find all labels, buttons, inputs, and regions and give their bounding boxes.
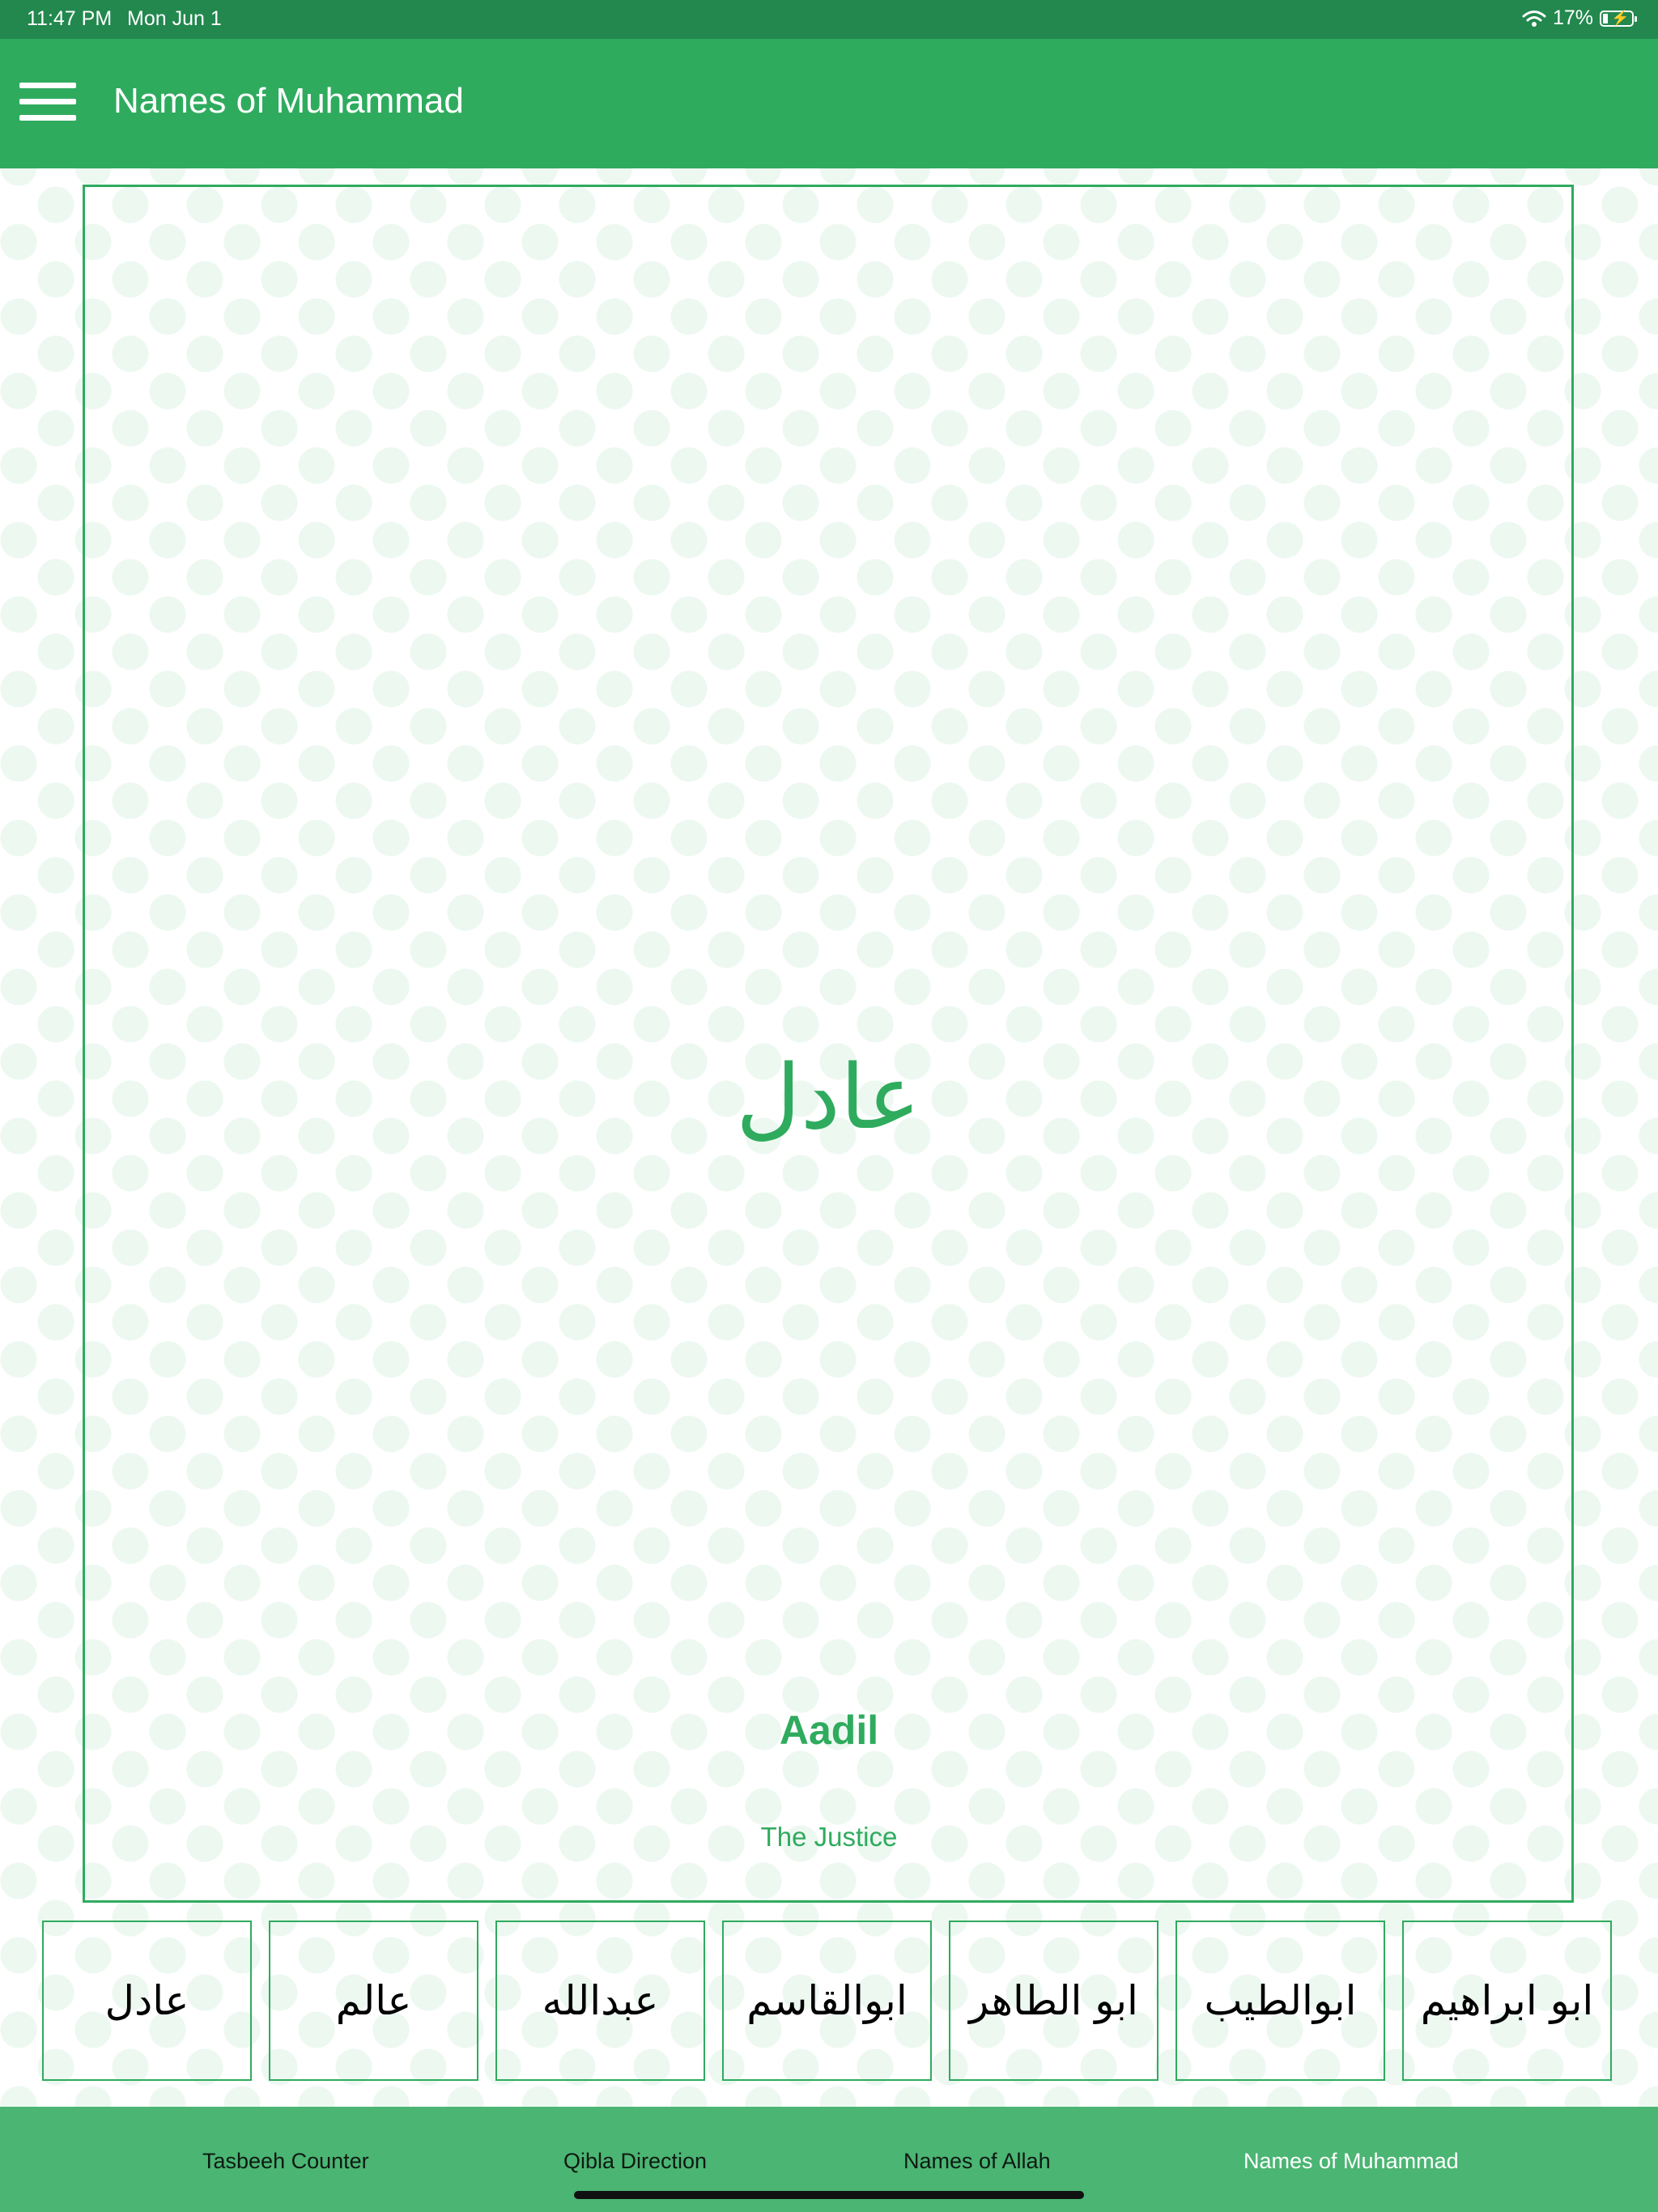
status-bar: 11:47 PM Mon Jun 1 17% ⚡ (0, 0, 1658, 39)
wifi-icon (1522, 10, 1546, 27)
menu-line (19, 99, 76, 104)
battery-level (1603, 13, 1608, 23)
tab-names-of-allah[interactable]: Names of Allah (903, 2149, 1051, 2174)
name-tile[interactable]: عالم (269, 1921, 478, 2081)
name-tile[interactable]: عبدالله (495, 1921, 705, 2081)
name-tile[interactable]: ابو ابراهیم (1402, 1921, 1612, 2081)
tab-qibla-direction[interactable]: Qibla Direction (563, 2149, 707, 2174)
bottom-tab-bar: Tasbeeh Counter Qibla Direction Names of… (0, 2107, 1658, 2212)
menu-line (19, 115, 76, 121)
arabic-name: عادل (735, 1045, 921, 1149)
meaning: The Justice (760, 1822, 898, 1852)
tab-tasbeeh-counter[interactable]: Tasbeeh Counter (202, 2149, 369, 2174)
hamburger-menu-icon[interactable] (18, 79, 79, 125)
app-bar: Names of Muhammad (0, 39, 1658, 168)
page-title: Names of Muhammad (113, 81, 464, 121)
battery-charging-icon: ⚡ (1600, 9, 1637, 27)
charging-bolt-icon: ⚡ (1611, 9, 1630, 26)
battery-percent: 17% (1552, 6, 1593, 29)
names-strip: عادل عالم عبدالله ابوالقاسم ابو الطاهر ا… (42, 1921, 1613, 2081)
status-indicators: 17% ⚡ (1522, 6, 1637, 30)
transliteration: Aadil (779, 1708, 879, 1753)
name-tile[interactable]: ابوالقاسم (722, 1921, 932, 2081)
tab-names-of-muhammad[interactable]: Names of Muhammad (1244, 2149, 1459, 2174)
home-indicator (574, 2191, 1084, 2199)
status-date: Mon Jun 1 (127, 7, 222, 30)
name-tile[interactable]: عادل (42, 1921, 252, 2081)
name-detail-card: عادل (83, 185, 1574, 1903)
menu-line (19, 83, 76, 88)
name-tile[interactable]: ابو الطاهر (949, 1921, 1158, 2081)
status-time: 11:47 PM (27, 7, 113, 30)
name-tile[interactable]: ابوالطیب (1175, 1921, 1385, 2081)
